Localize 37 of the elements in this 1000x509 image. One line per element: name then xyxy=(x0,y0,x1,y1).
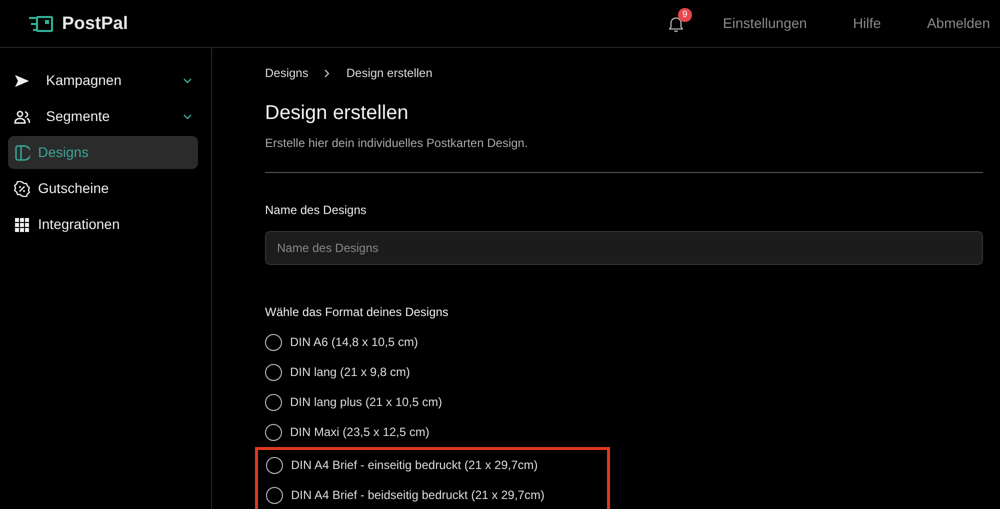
percent-badge-icon xyxy=(14,180,30,196)
sidebar-item[interactable]: Gutscheine xyxy=(8,172,198,205)
nav-link[interactable]: Abmelden xyxy=(926,13,990,34)
notification-count: 9 xyxy=(678,8,692,22)
sidebar-item[interactable]: Kampagnen xyxy=(8,64,198,97)
grid-icon xyxy=(14,216,30,232)
radio-button[interactable] xyxy=(265,334,282,350)
option-label: DIN lang (21 x 9,8 cm) xyxy=(290,364,410,381)
radio-button[interactable] xyxy=(266,486,283,504)
radio-button[interactable] xyxy=(265,424,282,440)
option-label: DIN lang plus (21 x 10,5 cm) xyxy=(290,394,442,411)
logo-icon xyxy=(28,16,54,32)
field-label: Name des Designs xyxy=(265,202,368,219)
sidebar-item[interactable]: Integrationen xyxy=(8,208,198,241)
breadcrumb-link[interactable]: Designs xyxy=(265,64,308,82)
page-subtitle: Erstelle hier dein individuelles Postkarten Design. xyxy=(265,135,529,152)
radio-button[interactable] xyxy=(265,394,282,410)
bell-icon[interactable] xyxy=(668,16,683,32)
page-title: Design erstellen xyxy=(265,101,410,126)
send-icon xyxy=(14,72,30,88)
option-label: DIN Maxi (23,5 x 12,5 cm) xyxy=(290,424,430,441)
nav-link[interactable]: Hilfe xyxy=(852,13,881,34)
option-label: DIN A4 Brief - einseitig bedruckt (21 x 29,7cm) xyxy=(291,457,538,474)
option-label: DIN A4 Brief - beidseitig bedruckt (21 x 29,7cm) xyxy=(291,487,544,504)
name-input-field[interactable]: Name des Designs xyxy=(265,231,983,265)
nav-link[interactable]: Einstellungen xyxy=(722,13,807,34)
sidebar-item[interactable]: Designs xyxy=(8,136,198,169)
card-icon xyxy=(14,144,30,160)
option-label: DIN A6 (14,8 x 10,5 cm) xyxy=(290,334,418,351)
field-label: Wähle das Format deines Designs xyxy=(265,304,450,321)
brand-name: PostPal xyxy=(62,12,128,35)
breadcrumb-current: Design erstellen xyxy=(346,65,432,82)
sidebar-item[interactable]: Segmente xyxy=(8,100,198,133)
radio-button[interactable] xyxy=(265,364,282,380)
chevron-right-icon xyxy=(324,68,330,78)
people-icon xyxy=(14,108,30,124)
radio-button[interactable] xyxy=(266,456,283,474)
